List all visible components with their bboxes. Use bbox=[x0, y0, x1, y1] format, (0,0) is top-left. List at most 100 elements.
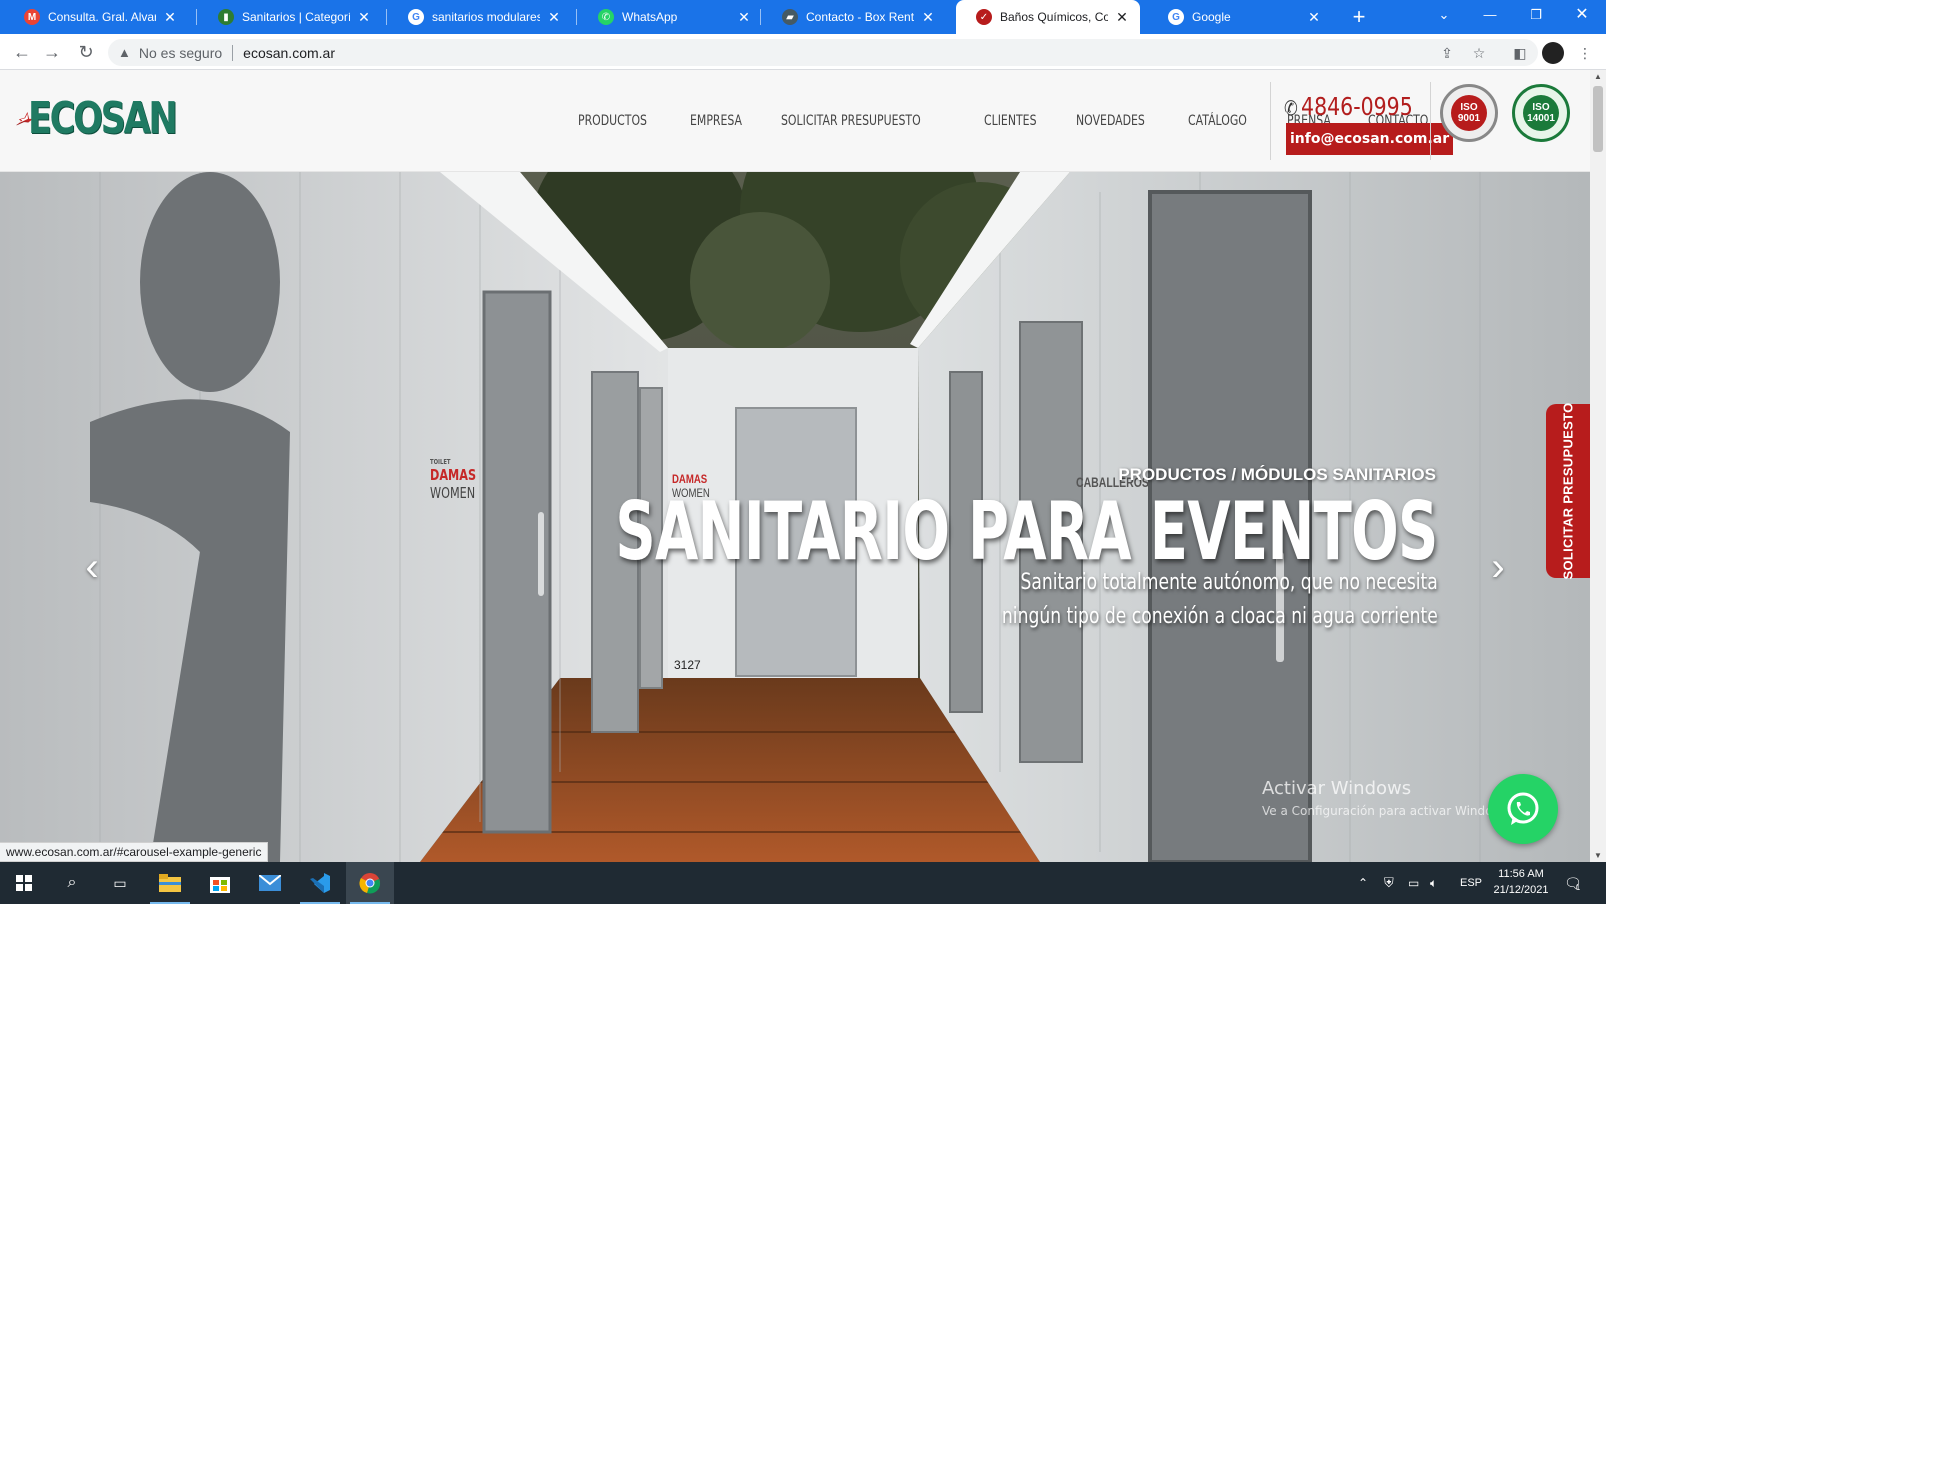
browser-tab[interactable]: ▮ Sanitarios | Categorías d ✕ bbox=[198, 0, 382, 34]
browser-tab[interactable]: G Google ✕ bbox=[1148, 0, 1332, 34]
reload-icon[interactable]: ↻ bbox=[74, 40, 98, 64]
header-divider bbox=[1270, 82, 1271, 160]
link-status-bar: www.ecosan.com.ar/#carousel-example-gene… bbox=[0, 842, 269, 862]
windows-taskbar: ⌕ ▭ ⌃ ⛨ ▭ 🔈︎ ESP 11:56 AM 21/12/2021 🗨︎ 1 bbox=[0, 862, 1606, 904]
close-tab-icon[interactable]: ✕ bbox=[1306, 9, 1322, 26]
security-label[interactable]: No es seguro bbox=[139, 45, 222, 61]
tab-title: Sanitarios | Categorías d bbox=[242, 10, 350, 24]
activate-windows-subtitle: Ve a Configuración para activar Windows. bbox=[1262, 804, 1513, 818]
nav-catalogo[interactable]: CATÁLOGO bbox=[1188, 113, 1247, 129]
sign-left-sub: WOMEN bbox=[430, 484, 476, 502]
browser-toolbar: ← → ↻ ▲ No es seguro ecosan.com.ar ⇪ ☆ ◧… bbox=[0, 34, 1606, 70]
notification-center-icon[interactable]: 🗨︎ 1 bbox=[1564, 862, 1582, 904]
logo-text: ECOSAN bbox=[27, 92, 178, 144]
bookmark-star-icon[interactable]: ☆ bbox=[1470, 44, 1488, 62]
badge-inner: ISO 14001 bbox=[1523, 95, 1559, 131]
vscode-icon[interactable] bbox=[296, 862, 344, 904]
tray-chevron-up-icon[interactable]: ⌃ bbox=[1358, 862, 1368, 904]
more-menu-icon[interactable]: ⋮ bbox=[1576, 44, 1594, 62]
search-icon[interactable]: ⌕ bbox=[48, 862, 96, 904]
nav-novedades[interactable]: NOVEDADES bbox=[1076, 113, 1145, 129]
ecosan-logo[interactable]: ECOSAN bbox=[16, 84, 212, 152]
sign-left: TOILET DAMAS WOMEN bbox=[430, 458, 476, 502]
tab-separator bbox=[760, 9, 761, 25]
close-tab-icon[interactable]: ✕ bbox=[1114, 9, 1130, 26]
hero-carousel[interactable]: TOILET DAMAS WOMEN DAMAS WOMEN CABALLERO… bbox=[0, 172, 1590, 862]
iso-9001-badge: ISO 9001 bbox=[1440, 84, 1498, 142]
microsoft-store-icon[interactable] bbox=[196, 862, 244, 904]
minimize-button[interactable]: — bbox=[1468, 0, 1512, 32]
close-tab-icon[interactable]: ✕ bbox=[356, 9, 372, 26]
main-nav: PRODUCTOS EMPRESA SOLICITAR PRESUPUESTO … bbox=[578, 70, 1469, 172]
hero-subtitle: PRODUCTOS / MÓDULOS SANITARIOS bbox=[1118, 465, 1436, 484]
side-panel-icon[interactable]: ◧ bbox=[1511, 44, 1529, 62]
share-icon[interactable]: ⇪ bbox=[1438, 44, 1456, 62]
windows-start-icon[interactable] bbox=[0, 862, 48, 904]
task-view-icon[interactable]: ▭ bbox=[96, 862, 144, 904]
address-bar[interactable]: ▲ No es seguro ecosan.com.ar bbox=[108, 39, 1538, 66]
notification-count: 1 bbox=[1575, 882, 1581, 892]
chevron-left-icon[interactable]: ‹ bbox=[72, 547, 112, 587]
tab-title: Google bbox=[1192, 10, 1231, 24]
email-link[interactable]: info@ecosan.com.ar bbox=[1286, 123, 1454, 155]
battery-icon[interactable]: ▭ bbox=[1408, 862, 1419, 904]
google-icon: G bbox=[1168, 9, 1184, 25]
close-tab-icon[interactable]: ✕ bbox=[546, 9, 562, 26]
browser-tab[interactable]: M Consulta. Gral. Alvarado ✕ bbox=[4, 0, 188, 34]
chrome-icon[interactable] bbox=[346, 862, 394, 904]
tab-title: WhatsApp bbox=[622, 10, 678, 24]
browser-tab[interactable]: ✓ Baños Químicos, Constr ✕ bbox=[956, 0, 1140, 34]
whatsapp-float-button[interactable] bbox=[1488, 774, 1558, 844]
ecosan-icon: ✓ bbox=[976, 9, 992, 25]
close-tab-icon[interactable]: ✕ bbox=[920, 9, 936, 26]
badge-label: ISO bbox=[1460, 102, 1478, 113]
url-text[interactable]: ecosan.com.ar bbox=[243, 45, 335, 61]
nav-productos[interactable]: PRODUCTOS bbox=[578, 113, 647, 129]
boxrental-icon: ▰ bbox=[782, 9, 798, 25]
scroll-up-arrow-icon[interactable]: ▲ bbox=[1590, 72, 1606, 81]
close-tab-icon[interactable]: ✕ bbox=[736, 9, 752, 26]
profile-avatar[interactable] bbox=[1542, 42, 1564, 64]
door-number: 3127 bbox=[674, 658, 701, 672]
nav-empresa[interactable]: EMPRESA bbox=[690, 113, 742, 129]
hero-title: SANITARIO PARA EVENTOS bbox=[615, 485, 1439, 578]
tab-title: Baños Químicos, Constr bbox=[1000, 10, 1108, 24]
close-window-button[interactable]: ✕ bbox=[1560, 0, 1604, 32]
nav-clientes[interactable]: CLIENTES bbox=[984, 113, 1037, 129]
taskbar-clock[interactable]: 11:56 AM 21/12/2021 bbox=[1488, 866, 1554, 898]
page-scrollbar[interactable]: ▲ ▼ bbox=[1590, 70, 1606, 862]
hero-description: Sanitario totalmente autónomo, que no ne… bbox=[1002, 566, 1438, 634]
quote-request-tab[interactable]: SOLICITAR PRESUPUESTO bbox=[1546, 402, 1590, 580]
nav-solicitar-presupuesto[interactable]: SOLICITAR PRESUPUESTO bbox=[781, 113, 921, 129]
screen: + ⌄ — ❐ ✕ M Consulta. Gral. Alvarado ✕ ▮ San… bbox=[0, 0, 1606, 904]
scrollbar-thumb[interactable] bbox=[1593, 86, 1603, 152]
back-arrow-icon[interactable]: ← bbox=[10, 40, 34, 64]
gmail-icon: M bbox=[24, 9, 40, 25]
mail-icon[interactable] bbox=[246, 862, 294, 904]
restore-button[interactable]: ❐ bbox=[1514, 0, 1558, 32]
tab-title: Contacto - Box Rental S bbox=[806, 10, 914, 24]
volume-icon[interactable]: 🔈︎ bbox=[1430, 862, 1437, 904]
header-divider bbox=[1430, 82, 1431, 160]
browser-tab[interactable]: ▰ Contacto - Box Rental S ✕ bbox=[762, 0, 946, 34]
quote-tab-label: SOLICITAR PRESUPUESTO bbox=[1560, 402, 1576, 580]
scroll-down-arrow-icon[interactable]: ▼ bbox=[1590, 851, 1606, 860]
tab-separator bbox=[196, 9, 197, 25]
defender-icon[interactable]: ⛨ bbox=[1384, 862, 1394, 904]
close-tab-icon[interactable]: ✕ bbox=[162, 9, 178, 26]
browser-tab[interactable]: Gsanitarios modulares - G ✕ bbox=[388, 0, 572, 34]
forward-arrow-icon[interactable]: → bbox=[40, 40, 64, 64]
badge-inner: ISO 9001 bbox=[1451, 95, 1487, 131]
phone-icon: ✆ bbox=[1284, 96, 1298, 120]
language-indicator[interactable]: ESP bbox=[1460, 862, 1482, 904]
sign-left-small: TOILET bbox=[430, 458, 451, 466]
tab-search-button[interactable]: ⌄ bbox=[1422, 0, 1466, 32]
browser-tab[interactable]: ✆ WhatsApp ✕ bbox=[578, 0, 762, 34]
phone-number[interactable]: ✆ 4846-0995 bbox=[1284, 92, 1413, 121]
file-explorer-icon[interactable] bbox=[146, 862, 194, 904]
warning-icon[interactable]: ▲ bbox=[118, 45, 131, 60]
tab-separator bbox=[386, 9, 387, 25]
chevron-right-icon[interactable]: › bbox=[1478, 547, 1518, 587]
new-tab-button[interactable]: + bbox=[1346, 4, 1372, 30]
whatsapp-icon: ✆ bbox=[598, 9, 614, 25]
